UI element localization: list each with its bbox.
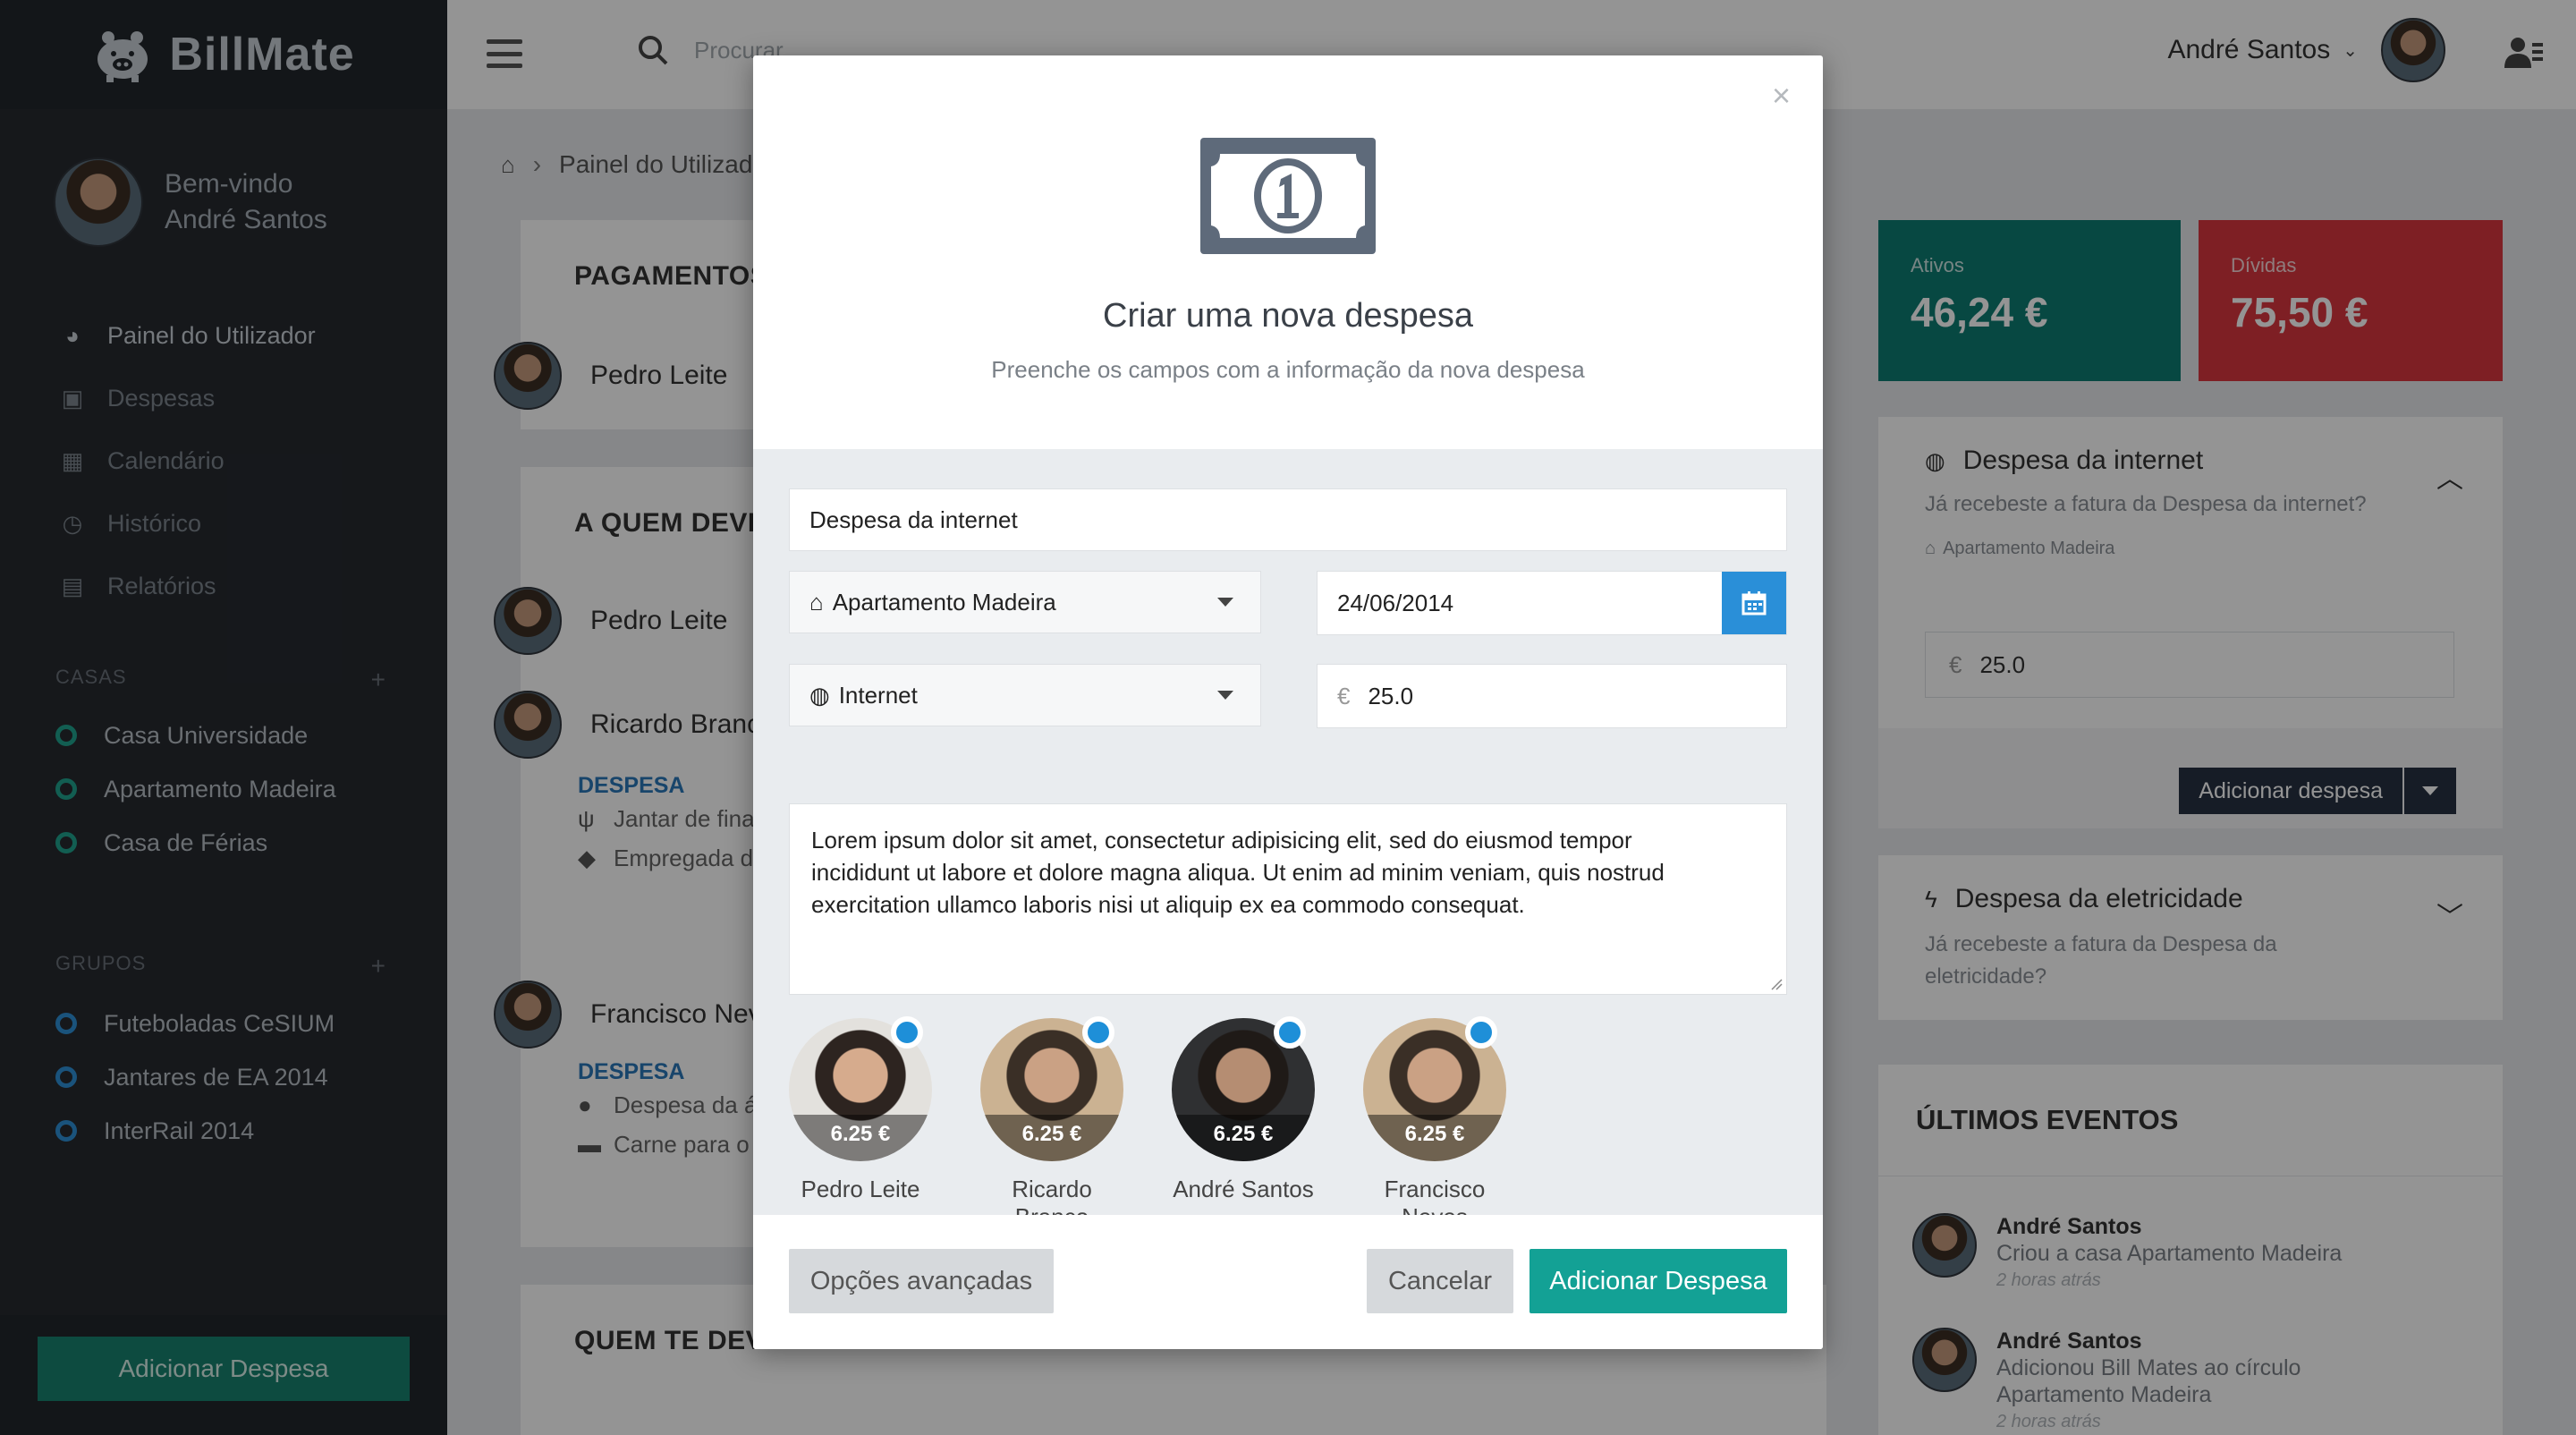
cancel-button[interactable]: Cancelar <box>1367 1249 1513 1313</box>
advanced-options-button[interactable]: Opções avançadas <box>789 1249 1054 1313</box>
date-value: 24/06/2014 <box>1337 589 1454 616</box>
participant-pedro[interactable]: 6.25 € Pedro Leite <box>789 1016 932 1203</box>
selected-badge <box>1082 1016 1114 1049</box>
participant-ricardo[interactable]: 6.25 € Ricardo Branco <box>980 1016 1123 1231</box>
category-select-value: Internet <box>838 681 918 709</box>
caret-down-icon <box>1217 691 1233 700</box>
modal-footer: Opções avançadas Cancelar Adicionar Desp… <box>753 1215 1823 1349</box>
participant-name: Pedro Leite <box>801 1176 920 1202</box>
amount-input[interactable]: € 25.0 <box>1317 664 1787 728</box>
participant-andre[interactable]: 6.25 € André Santos <box>1172 1016 1315 1203</box>
resize-handle-icon[interactable] <box>1770 978 1783 990</box>
close-icon[interactable]: × <box>1772 77 1791 115</box>
home-icon: ⌂ <box>809 588 824 616</box>
category-select[interactable]: ◍ Internet <box>789 664 1261 726</box>
house-select[interactable]: ⌂ Apartamento Madeira <box>789 571 1261 633</box>
share-amount: 6.25 € <box>980 1115 1123 1161</box>
calendar-button[interactable] <box>1722 572 1786 634</box>
currency-symbol: € <box>1337 682 1351 709</box>
share-amount: 6.25 € <box>1363 1115 1506 1161</box>
amount-value: 25.0 <box>1368 682 1414 709</box>
modal-header: × Criar uma nova despesa Preenche os cam… <box>753 55 1823 449</box>
expense-name-value: Despesa da internet <box>809 505 1018 533</box>
share-amount: 6.25 € <box>1172 1115 1315 1161</box>
globe-icon: ◍ <box>809 681 830 709</box>
description-textarea[interactable]: Lorem ipsum dolor sit amet, consectetur … <box>789 803 1787 995</box>
participant-name: André Santos <box>1173 1176 1314 1202</box>
modal-body: Despesa da internet ⌂ Apartamento Madeir… <box>753 449 1823 1230</box>
modal-subtitle: Preenche os campos com a informação da n… <box>991 356 1585 383</box>
expense-name-input[interactable]: Despesa da internet <box>789 488 1787 551</box>
house-select-value: Apartamento Madeira <box>832 588 1056 616</box>
selected-badge <box>1274 1016 1306 1049</box>
banknote-icon <box>1200 138 1376 254</box>
selected-badge <box>1465 1016 1497 1049</box>
date-input[interactable]: 24/06/2014 <box>1317 571 1787 635</box>
participant-francisco[interactable]: 6.25 € Francisco Neves <box>1363 1016 1506 1231</box>
description-text: Lorem ipsum dolor sit amet, consectetur … <box>811 827 1665 918</box>
caret-down-icon <box>1217 598 1233 607</box>
share-amount: 6.25 € <box>789 1115 932 1161</box>
calendar-icon <box>1741 591 1767 616</box>
modal-title: Criar uma nova despesa <box>1103 297 1473 335</box>
new-expense-modal: × Criar uma nova despesa Preenche os cam… <box>753 55 1823 1349</box>
selected-badge <box>891 1016 923 1049</box>
submit-expense-button[interactable]: Adicionar Despesa <box>1530 1249 1787 1313</box>
